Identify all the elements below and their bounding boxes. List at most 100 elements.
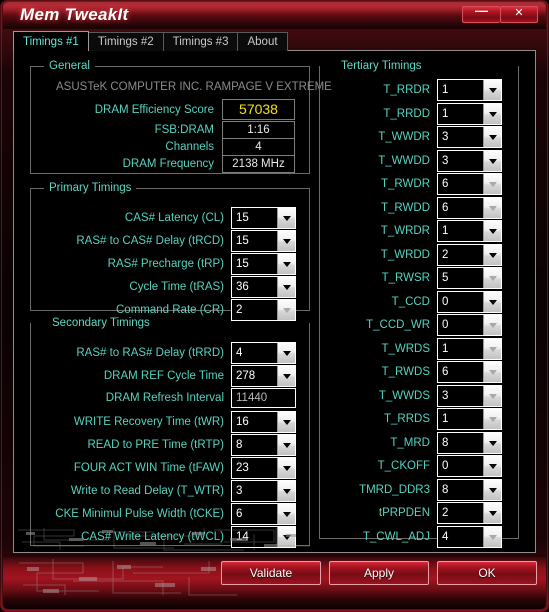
chevron-down-icon[interactable]: [277, 366, 295, 386]
tertiary-timing-combo[interactable]: 1: [437, 102, 502, 125]
tertiary-timing-combo: 5: [437, 267, 502, 289]
ok-button[interactable]: OK: [437, 561, 537, 585]
chevron-down-icon[interactable]: [483, 80, 501, 100]
tertiary-timing-combo: 6: [437, 361, 502, 383]
chevron-down-icon: [483, 362, 501, 382]
chevron-down-icon[interactable]: [483, 479, 501, 500]
tab-strip: Timings #1 Timings #2 Timings #3 About: [13, 31, 536, 51]
chevron-down-icon[interactable]: [483, 103, 501, 124]
secondary-timing-combo[interactable]: 14: [231, 526, 296, 548]
secondary-group-title: Secondary Timings: [47, 316, 155, 330]
tertiary-timing-combo[interactable]: 1: [437, 220, 502, 242]
secondary-timing-combo[interactable]: 4: [231, 342, 296, 364]
chevron-down-icon[interactable]: [483, 221, 501, 241]
tertiary-timing-combo[interactable]: 3: [437, 149, 502, 172]
primary-timing-label: Command Rate (CR): [116, 304, 224, 316]
apply-button[interactable]: Apply: [329, 561, 429, 585]
chevron-down-icon[interactable]: [483, 432, 501, 453]
combo-value: 5: [442, 272, 449, 284]
tertiary-timing-combo[interactable]: 2: [437, 502, 502, 524]
chevron-down-icon[interactable]: [483, 291, 501, 312]
chevron-down-icon[interactable]: [483, 150, 501, 171]
secondary-timing-row: DRAM Refresh Interval 11440: [30, 388, 302, 408]
dram-refresh-interval-input[interactable]: 11440: [231, 388, 296, 408]
combo-value: 1: [442, 342, 449, 355]
combo-value: 3: [442, 154, 449, 167]
secondary-timing-combo[interactable]: 8: [231, 434, 296, 456]
tertiary-timing-label: T_WWDS: [378, 389, 430, 402]
primary-timing-row: CAS# Latency (CL) 15: [30, 207, 302, 229]
combo-value: 6: [442, 366, 449, 378]
combo-value: 1: [442, 225, 449, 237]
chevron-down-icon: [483, 526, 501, 547]
close-button[interactable]: ✕: [500, 6, 538, 23]
chevron-down-icon[interactable]: [277, 435, 295, 455]
minimize-icon: —: [475, 3, 488, 18]
general-row-value: 4: [222, 138, 295, 156]
primary-group-title: Primary Timings: [44, 181, 137, 195]
chevron-down-icon[interactable]: [277, 481, 295, 501]
tertiary-timings-group: Tertiary Timings T_RRDR 1 T_RRDD 1 T_WWDR 3 T_…: [319, 59, 519, 548]
tab-about[interactable]: About: [237, 32, 288, 51]
primary-timing-combo[interactable]: 15: [231, 230, 296, 252]
chevron-down-icon[interactable]: [483, 244, 501, 265]
primary-timing-combo[interactable]: 15: [231, 207, 296, 229]
secondary-timing-combo[interactable]: 6: [231, 503, 296, 525]
tertiary-timing-row: tPRPDEN 2: [319, 502, 509, 524]
tertiary-timing-combo[interactable]: 0: [437, 290, 502, 313]
tab-timings-3[interactable]: Timings #3: [162, 32, 239, 51]
bottom-circuit-texture: [19, 559, 237, 596]
secondary-timing-label: WRITE Recovery Time (tWR): [73, 416, 224, 428]
tertiary-timing-combo[interactable]: 1: [437, 79, 502, 101]
tertiary-timing-combo[interactable]: 8: [437, 431, 502, 454]
chevron-down-icon[interactable]: [483, 456, 501, 476]
combo-value: 0: [442, 319, 449, 331]
combo-value: 6: [442, 201, 449, 214]
tertiary-timing-row: T_WRDS 1: [319, 337, 509, 360]
chevron-down-icon[interactable]: [277, 527, 295, 547]
chevron-down-icon[interactable]: [277, 343, 295, 363]
chevron-down-icon[interactable]: [277, 412, 295, 432]
tertiary-timing-combo[interactable]: 3: [437, 126, 502, 148]
chevron-down-icon[interactable]: [277, 277, 295, 297]
combo-value: 1: [442, 413, 449, 425]
title-bar[interactable]: Mem TweakIt — ✕: [3, 2, 546, 29]
minimize-button[interactable]: —: [462, 3, 500, 23]
validate-button[interactable]: Validate: [221, 561, 321, 585]
tertiary-timing-combo: 0: [437, 314, 502, 336]
combo-value: 4: [442, 530, 449, 543]
tab-timings-2[interactable]: Timings #2: [87, 32, 164, 51]
chevron-down-icon[interactable]: [277, 208, 295, 228]
tertiary-timing-combo[interactable]: 2: [437, 243, 502, 266]
chevron-down-icon: [483, 338, 501, 359]
tertiary-timing-label: TMRD_DDR3: [359, 483, 430, 496]
general-row-label: DRAM Frequency: [122, 158, 214, 170]
tertiary-timing-label: T_WRDR: [380, 225, 430, 237]
chevron-down-icon[interactable]: [277, 504, 295, 524]
tertiary-timing-combo: 6: [437, 173, 502, 195]
primary-timing-label: RAS# Precharge (tRP): [107, 258, 224, 270]
secondary-timing-combo[interactable]: 16: [231, 411, 296, 433]
chevron-down-icon[interactable]: [277, 231, 295, 251]
primary-timing-combo[interactable]: 36: [231, 276, 296, 298]
tab-timings-1[interactable]: Timings #1: [13, 31, 89, 51]
primary-timing-combo[interactable]: 15: [231, 253, 296, 275]
secondary-timing-combo[interactable]: 23: [231, 457, 296, 479]
chevron-down-icon[interactable]: [483, 503, 501, 523]
secondary-timing-label: Write to Read Delay (T_WTR): [70, 485, 224, 497]
combo-value: 3: [442, 131, 449, 143]
secondary-timing-combo[interactable]: 3: [231, 480, 296, 502]
combo-value: 8: [236, 439, 243, 451]
general-row-label: FSB:DRAM: [154, 124, 214, 136]
tertiary-timing-row: T_RWDS 6: [319, 361, 509, 383]
secondary-timing-combo[interactable]: 278: [231, 365, 296, 387]
tertiary-timing-combo[interactable]: 8: [437, 478, 502, 501]
chevron-down-icon[interactable]: [277, 458, 295, 478]
tertiary-timing-row: T_CCD 0: [319, 290, 509, 313]
chevron-down-icon[interactable]: [483, 127, 501, 147]
secondary-timing-label: RAS# to RAS# Delay (tRRD): [76, 347, 224, 359]
secondary-timing-row: CKE Minimul Pulse Width (tCKE) 6: [30, 503, 302, 525]
chevron-down-icon: [483, 315, 501, 335]
tertiary-timing-combo[interactable]: 0: [437, 455, 502, 477]
chevron-down-icon[interactable]: [277, 254, 295, 274]
